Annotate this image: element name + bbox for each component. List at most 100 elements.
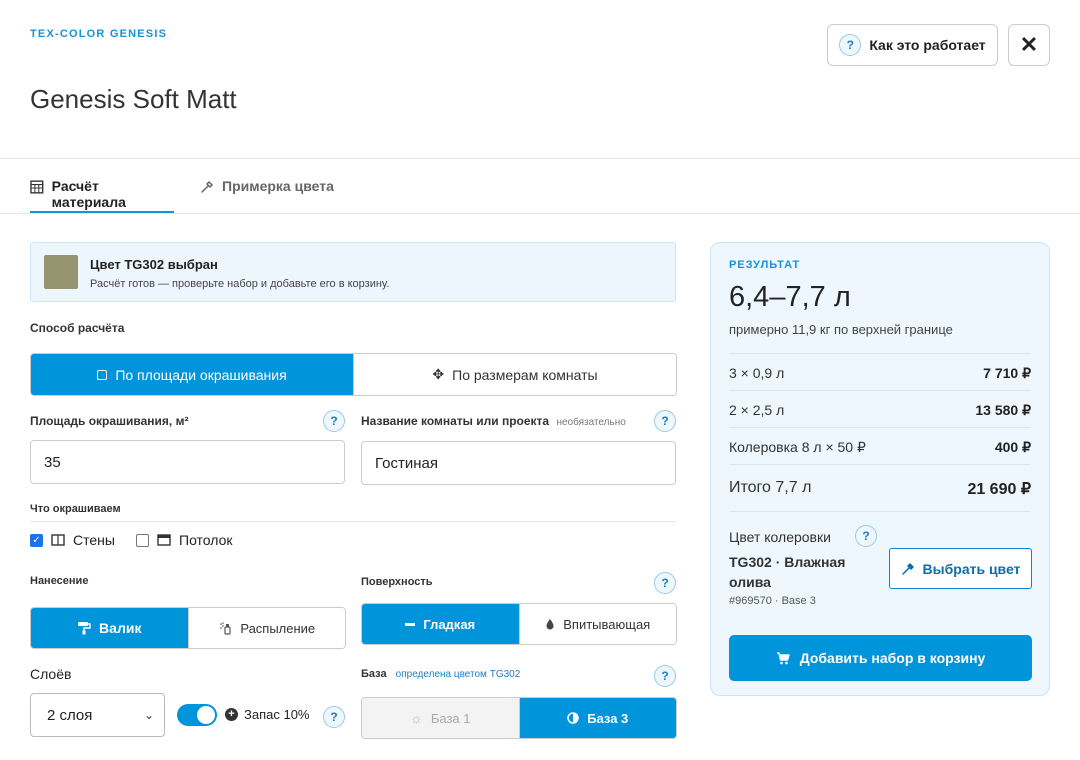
move-icon: ✥ <box>432 366 445 382</box>
area-input[interactable]: 35 <box>30 440 345 484</box>
calculator-modal: TEX-COLOR GENESIS Genesis Soft Matt ? Ка… <box>0 0 1080 760</box>
roller-icon <box>78 622 91 635</box>
tint-color-help-icon[interactable]: ? <box>855 525 877 547</box>
how-it-works-button[interactable]: ? Как это работает <box>827 24 998 66</box>
result-row: 3 × 0,9 л 7 710 ₽ <box>729 365 1031 382</box>
base-help-icon[interactable]: ? <box>654 665 676 687</box>
reserve-help-icon[interactable]: ? <box>323 706 345 728</box>
brand-label: TEX-COLOR GENESIS <box>30 28 168 40</box>
calc-method-room-label: По размерам комнаты <box>452 366 598 383</box>
eyedropper-icon <box>901 562 914 575</box>
calc-method-label: Способ расчёта <box>30 321 125 335</box>
droplet-icon <box>546 619 554 630</box>
surface-absorbent-option[interactable]: Впитывающая <box>518 604 676 644</box>
ceiling-label: Потолок <box>179 532 233 548</box>
surface-help-icon[interactable]: ? <box>654 572 676 594</box>
base-3-label: База 3 <box>587 710 629 726</box>
tint-color-label: Цвет колеровки <box>729 529 831 545</box>
result-divider <box>729 511 1031 512</box>
result-divider <box>729 427 1031 428</box>
ceiling-icon <box>157 534 171 546</box>
room-name-label: Название комнаты или проекта необязатель… <box>361 414 626 428</box>
what-painted-divider <box>30 521 676 522</box>
notice-text: Расчёт готов — проверьте набор и добавьт… <box>90 278 390 290</box>
result-volume: 6,4–7,7 л <box>729 281 851 313</box>
ceiling-checkbox-box[interactable] <box>136 533 149 547</box>
tab-color-fitting[interactable]: Примерка цвета <box>200 178 334 214</box>
layers-label: Слоёв <box>30 666 72 682</box>
walls-checkbox[interactable]: ✓ Стены <box>30 532 115 548</box>
surface-smooth-option[interactable]: Гладкая <box>362 604 519 644</box>
application-selector: Валик Распыление <box>30 607 346 649</box>
tint-color-name: TG302 · Влажная олива <box>729 554 846 590</box>
surface-selector: Гладкая Впитывающая <box>361 603 677 645</box>
tabs-divider <box>0 213 1080 214</box>
walls-checkbox-box[interactable]: ✓ <box>30 533 43 547</box>
base-3-option[interactable]: База 3 <box>518 698 676 738</box>
result-total-name: Итого 7,7 л <box>729 479 812 496</box>
walls-icon <box>51 534 65 546</box>
application-spray-label: Распыление <box>240 620 316 636</box>
layers-select[interactable]: 2 слоя ⌄ <box>30 693 165 737</box>
half-circle-icon <box>567 712 579 724</box>
color-selected-notice: Цвет TG302 выбран Расчёт готов — проверь… <box>30 242 676 302</box>
room-name-help-icon[interactable]: ? <box>654 410 676 432</box>
result-row-name: Колеровка 8 л × 50 ₽ <box>729 439 866 455</box>
result-weight-note: примерно 11,9 кг по верхней границе <box>729 322 953 337</box>
plus-circle-icon: + <box>225 708 238 721</box>
application-roller-option[interactable]: Валик <box>31 608 188 648</box>
close-button[interactable]: ✕ <box>1008 24 1050 66</box>
color-swatch <box>44 255 78 289</box>
sun-outline-icon: ☼ <box>410 710 423 726</box>
calc-method-area-option[interactable]: По площади окрашивания <box>31 354 353 395</box>
surface-absorbent-label: Впитывающая <box>563 616 651 632</box>
spray-icon <box>220 622 231 635</box>
reserve-toggle[interactable] <box>177 704 217 726</box>
layers-value: 2 слоя <box>47 706 93 724</box>
chevron-down-icon: ⌄ <box>143 708 154 722</box>
calc-method-room-option[interactable]: ✥ По размерам комнаты <box>353 354 676 395</box>
result-label: РЕЗУЛЬТАТ <box>729 259 801 271</box>
dash-icon <box>405 622 416 626</box>
what-painted-label: Что окрашиваем <box>30 503 121 515</box>
tab-color-fitting-label: Примерка цвета <box>222 178 334 194</box>
area-help-icon[interactable]: ? <box>323 410 345 432</box>
notice-title: Цвет TG302 выбран <box>90 257 218 272</box>
surface-label: Поверхность <box>361 576 433 588</box>
page-title: Genesis Soft Matt <box>30 84 237 114</box>
base-1-option[interactable]: ☼ База 1 <box>362 698 519 738</box>
square-icon <box>97 369 108 380</box>
pick-color-label: Выбрать цвет <box>922 560 1021 577</box>
result-row-price: 400 ₽ <box>994 439 1031 455</box>
result-row: 2 × 2,5 л 13 580 ₽ <box>729 402 1031 419</box>
add-to-cart-label: Добавить набор в корзину <box>799 650 986 666</box>
result-divider <box>729 353 1031 354</box>
application-spray-option[interactable]: Распыление <box>187 608 345 648</box>
ceiling-checkbox[interactable]: Потолок <box>136 532 233 548</box>
application-roller-label: Валик <box>99 620 142 636</box>
application-label: Нанесение <box>30 575 89 587</box>
eyedropper-icon <box>201 180 214 193</box>
result-panel: РЕЗУЛЬТАТ 6,4–7,7 л примерно 11,9 кг по … <box>710 242 1050 696</box>
tint-color-meta: #969570 · Base 3 <box>729 595 816 607</box>
area-label: Площадь окрашивания, м² <box>30 414 189 428</box>
result-row: Колеровка 8 л × 50 ₽ 400 ₽ <box>729 439 1031 456</box>
base-label: База <box>361 668 387 680</box>
reserve-label: Запас 10% <box>244 707 310 722</box>
base-hint: определена цветом TG302 <box>395 669 521 680</box>
walls-label: Стены <box>73 532 115 548</box>
tab-material-calc-label: Расчёт материала <box>51 178 126 210</box>
pick-color-button[interactable]: Выбрать цвет <box>889 548 1032 589</box>
result-row-price: 13 580 ₽ <box>975 402 1031 418</box>
result-divider <box>729 464 1031 465</box>
result-row-name: 2 × 2,5 л <box>729 402 785 418</box>
surface-smooth-label: Гладкая <box>423 616 476 632</box>
calc-method-area-label: По площади окрашивания <box>115 366 287 383</box>
room-name-input[interactable]: Гостиная <box>361 441 676 485</box>
add-to-cart-button[interactable]: Добавить набор в корзину <box>729 635 1032 681</box>
question-icon: ? <box>839 34 862 56</box>
base-label-group: База определена цветом TG302 <box>361 668 520 680</box>
tab-material-calc[interactable]: Расчёт материала <box>30 178 174 214</box>
header-divider <box>0 158 1080 159</box>
result-total-row: Итого 7,7 л 21 690 ₽ <box>729 479 1031 499</box>
